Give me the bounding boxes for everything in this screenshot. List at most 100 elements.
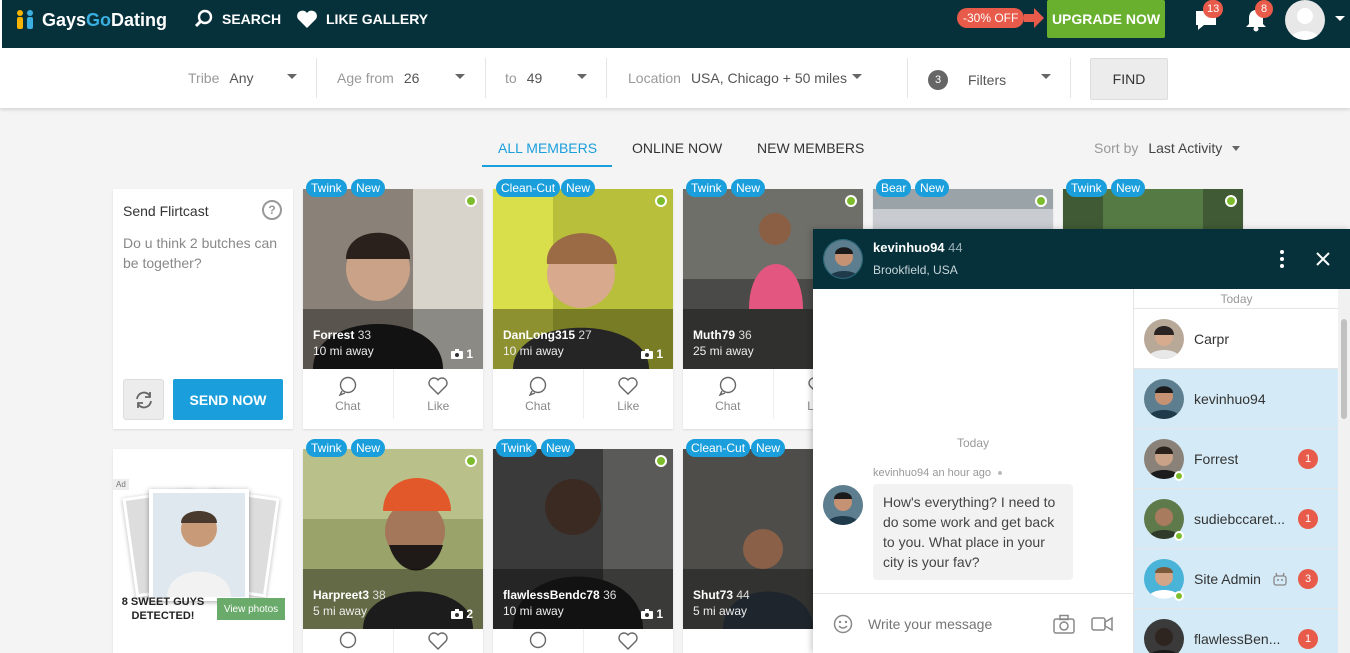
- nav-like-gallery[interactable]: LIKE GALLERY: [296, 10, 428, 28]
- member-photo[interactable]: [493, 189, 673, 369]
- discount-promo[interactable]: -30% OFF: [957, 7, 1046, 29]
- emoji-icon[interactable]: [833, 614, 853, 634]
- like-button[interactable]: Like: [392, 369, 484, 419]
- chat-user-avatar[interactable]: [823, 239, 863, 279]
- member-photo[interactable]: [493, 449, 673, 629]
- like-button[interactable]: Like: [582, 369, 674, 419]
- tab-online-now[interactable]: ONLINE NOW: [632, 140, 722, 156]
- flirtcast-panel: Send Flirtcast ? Do u think 2 butches ca…: [113, 189, 293, 429]
- conversation-item[interactable]: kevinhuo94: [1134, 369, 1338, 429]
- camera-icon[interactable]: [1053, 614, 1075, 634]
- chat-icon: [529, 631, 546, 649]
- message-avatar[interactable]: [823, 485, 863, 525]
- ad-headline: 8 SWEET GUYS DETECTED!: [113, 595, 213, 623]
- messages-button[interactable]: 13: [1193, 0, 1224, 33]
- chat-button[interactable]: Chat: [493, 369, 583, 419]
- age-from-filter[interactable]: Age from 26: [337, 70, 419, 86]
- help-icon[interactable]: ?: [262, 200, 282, 220]
- member-name-text: DanLong315: [503, 328, 576, 342]
- sort-dropdown[interactable]: Sort by Last Activity: [1094, 140, 1241, 156]
- notifications-button[interactable]: 8: [1243, 0, 1273, 33]
- conversation-item[interactable]: Carpr: [1134, 309, 1338, 369]
- member-photo[interactable]: [303, 449, 483, 629]
- logo-go: Go: [86, 9, 112, 30]
- avatar: [1144, 618, 1184, 653]
- member-age: 33: [357, 328, 372, 342]
- divider: [907, 58, 908, 98]
- tab-new-members[interactable]: NEW MEMBERS: [757, 140, 864, 156]
- chat-button[interactable]: Chat: [683, 369, 773, 419]
- chat-label: Chat: [525, 398, 551, 413]
- tribe-tag: Bear: [876, 179, 912, 197]
- new-badge: New: [731, 179, 766, 197]
- new-badge: New: [1111, 179, 1146, 197]
- chevron-down-icon: [1335, 16, 1345, 21]
- online-indicator: [1174, 591, 1184, 601]
- upgrade-button[interactable]: UPGRADE NOW: [1047, 0, 1165, 38]
- member-distance: 5 mi away: [313, 604, 368, 618]
- member-distance: 25 mi away: [693, 344, 754, 358]
- arrow-right-icon: [1024, 8, 1045, 28]
- member-distance: 10 mi away: [503, 344, 564, 358]
- send-now-button[interactable]: SEND NOW: [173, 379, 283, 420]
- top-navbar: GaysGoDating SEARCH LIKE GALLERY -30% OF…: [0, 0, 1350, 48]
- messages-count-badge: 13: [1203, 0, 1224, 18]
- message-avatar-image: [823, 485, 863, 525]
- chat-button[interactable]: [493, 629, 583, 653]
- tribe-filter[interactable]: Tribe Any: [188, 70, 254, 86]
- online-indicator: [1174, 471, 1184, 481]
- location-filter[interactable]: Location USA, Chicago + 50 miles: [628, 70, 847, 86]
- more-filters[interactable]: 3 Filters: [928, 70, 1006, 90]
- member-card[interactable]: Twink New Forrest 33 10 mi away 1 Chat L…: [303, 179, 484, 429]
- conversation-item[interactable]: flawlessBen... 1: [1134, 609, 1338, 653]
- logo[interactable]: GaysGoDating: [14, 8, 167, 32]
- chevron-down-icon: [1232, 145, 1241, 151]
- chevron-down-icon: [577, 74, 587, 79]
- member-card[interactable]: Twink New Harpreet3 38 5 mi away 2: [303, 439, 484, 653]
- chat-user-name[interactable]: kevinhuo94 44: [873, 240, 963, 255]
- online-indicator: [465, 455, 477, 467]
- more-vertical-icon[interactable]: [1279, 249, 1285, 269]
- message-input[interactable]: [868, 612, 1038, 636]
- divider: [316, 58, 317, 98]
- conversation-scrollbar[interactable]: [1338, 289, 1350, 653]
- refresh-button[interactable]: [123, 379, 164, 420]
- chat-user-avatar-image: [824, 240, 862, 278]
- chevron-down-icon: [1041, 74, 1051, 79]
- close-icon[interactable]: [1316, 252, 1330, 266]
- member-card[interactable]: Twink New flawlessBendc78 36 10 mi away …: [493, 439, 673, 653]
- flirtcast-title: Send Flirtcast: [123, 203, 209, 219]
- nav-search-label: SEARCH: [222, 11, 282, 27]
- scrollbar-thumb[interactable]: [1341, 319, 1347, 419]
- refresh-icon: [135, 391, 152, 408]
- heart-outline-icon: [618, 376, 638, 395]
- chat-button[interactable]: [303, 629, 393, 653]
- filters-label: Filters: [968, 72, 1007, 88]
- like-button[interactable]: [582, 629, 674, 653]
- view-photos-button[interactable]: View photos: [217, 598, 285, 620]
- conversation-item[interactable]: Forrest 1: [1134, 429, 1338, 489]
- avatar: [1144, 378, 1184, 419]
- conversation-item[interactable]: sudiebccaret... 1: [1134, 489, 1338, 549]
- account-menu[interactable]: [1285, 0, 1345, 40]
- age-to-filter[interactable]: to 49: [505, 70, 542, 86]
- member-photo[interactable]: [303, 189, 483, 369]
- nav-search[interactable]: SEARCH: [194, 9, 282, 28]
- member-card[interactable]: Clean-Cut New DanLong315 27 10 mi away 1…: [493, 179, 674, 429]
- video-icon[interactable]: [1091, 614, 1113, 634]
- member-photo-image: [303, 189, 483, 369]
- conversation-name: Forrest: [1194, 450, 1239, 467]
- tab-all-members[interactable]: ALL MEMBERS: [498, 140, 597, 156]
- chat-user-age: 44: [948, 240, 963, 255]
- conversation-item[interactable]: Site Admin 3: [1134, 549, 1338, 609]
- chat-button[interactable]: Chat: [303, 369, 393, 419]
- member-name-text: Shut73: [693, 588, 734, 602]
- message-composer: [813, 593, 1133, 653]
- member-actions: [493, 629, 673, 653]
- ad-banner[interactable]: Ad 8 SWEET GUYS DETECTED! View photos: [113, 449, 293, 653]
- sort-value: Last Activity: [1148, 140, 1223, 156]
- nav-like-gallery-label: LIKE GALLERY: [326, 11, 429, 27]
- new-badge: New: [351, 439, 386, 457]
- find-button[interactable]: FIND: [1090, 58, 1168, 100]
- like-button[interactable]: [392, 629, 484, 653]
